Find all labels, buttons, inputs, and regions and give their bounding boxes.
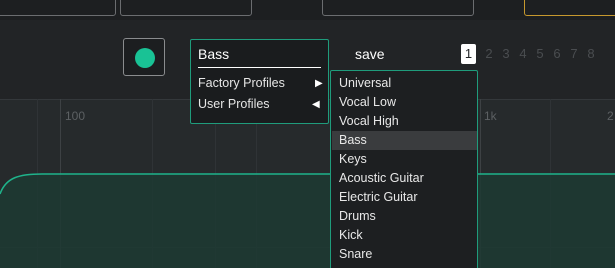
- profile-underline: [198, 67, 321, 68]
- top-field-4[interactable]: [524, 0, 615, 16]
- top-field-3[interactable]: [322, 0, 474, 16]
- slot-1-button[interactable]: 1: [461, 44, 476, 64]
- eq-graph[interactable]: 100 1k 2: [0, 99, 615, 268]
- save-button[interactable]: save: [355, 46, 385, 62]
- profile-selector[interactable]: Bass Factory Profiles ▶ User Profiles ◀: [190, 39, 329, 124]
- dropdown-item-kick[interactable]: Kick: [332, 226, 477, 245]
- slot-4-button[interactable]: 4: [516, 44, 530, 64]
- dropdown-item-snare[interactable]: Snare: [332, 245, 477, 264]
- eq-curve-fill: [0, 174, 615, 268]
- slot-3-button[interactable]: 3: [499, 44, 513, 64]
- factory-profiles-item[interactable]: Factory Profiles: [198, 76, 285, 90]
- eq-curve: [0, 173, 615, 268]
- dropdown-item-vocal-low[interactable]: Vocal Low: [332, 93, 477, 112]
- slot-7-button[interactable]: 7: [567, 44, 581, 64]
- top-field-2[interactable]: [120, 0, 252, 16]
- profile-name[interactable]: Bass: [198, 46, 229, 62]
- dropdown-item-acoustic-guitar[interactable]: Acoustic Guitar: [332, 169, 477, 188]
- dropdown-item-universal[interactable]: Universal: [332, 74, 477, 93]
- top-field-1[interactable]: [0, 0, 116, 16]
- slot-2-button[interactable]: 2: [482, 44, 496, 64]
- dropdown-item-bass[interactable]: Bass: [332, 131, 477, 150]
- submenu-right-arrow-icon[interactable]: ▶: [315, 78, 323, 89]
- top-toolbar: [0, 0, 615, 20]
- slot-6-button[interactable]: 6: [550, 44, 564, 64]
- user-profiles-item[interactable]: User Profiles: [198, 97, 270, 111]
- slot-5-button[interactable]: 5: [533, 44, 547, 64]
- dropdown-item-vocal-high[interactable]: Vocal High: [332, 112, 477, 131]
- dropdown-item-keys[interactable]: Keys: [332, 150, 477, 169]
- status-indicator: [135, 48, 155, 68]
- dropdown-item-drums[interactable]: Drums: [332, 207, 477, 226]
- factory-profiles-dropdown: Universal Vocal Low Vocal High Bass Keys…: [330, 70, 478, 268]
- dropdown-item-electric-guitar[interactable]: Electric Guitar: [332, 188, 477, 207]
- slot-8-button[interactable]: 8: [584, 44, 598, 64]
- submenu-left-arrow-icon[interactable]: ◀: [312, 99, 320, 110]
- status-toggle-button[interactable]: [123, 38, 165, 76]
